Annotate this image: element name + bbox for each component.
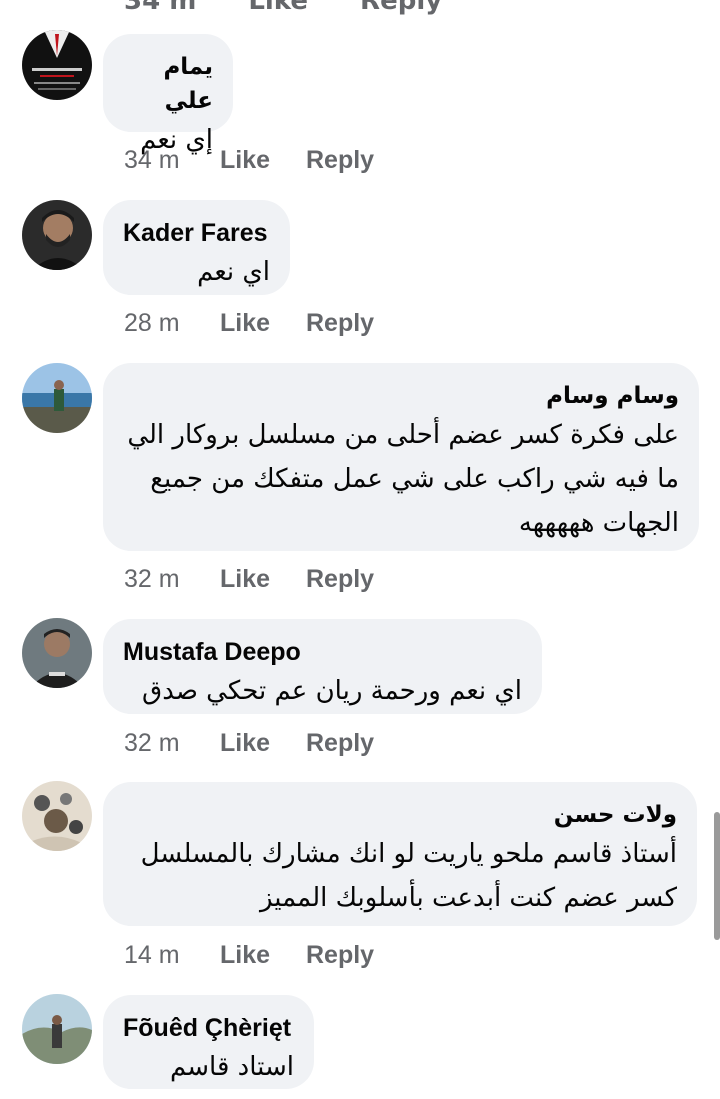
- comment-bubble: Fõuêd Çhèrięt استاد قاسم: [103, 995, 314, 1089]
- comment-author[interactable]: وسام وسام: [123, 379, 679, 413]
- reply-button[interactable]: Reply: [306, 309, 374, 338]
- comment-time: 34 m: [124, 146, 180, 174]
- avatar[interactable]: [22, 200, 92, 270]
- comment-text: اي نعم ورحمة ريان عم تحكي صدق: [142, 676, 522, 706]
- comment-text-line: أستاذ قاسم ملحو ياريت لو انك مشارك بالمس…: [140, 839, 677, 869]
- like-button[interactable]: Like: [220, 729, 306, 758]
- avatar[interactable]: [22, 781, 92, 851]
- comment-bubble: Mustafa Deepo اي نعم ورحمة ريان عم تحكي …: [103, 619, 542, 714]
- comment-text: استاد قاسم: [169, 1052, 294, 1082]
- comment-actions: 28 m Like Reply: [124, 309, 374, 338]
- comment-text-line: الجهات هههههه: [518, 508, 679, 538]
- comment-bubble: يمام علي إي نعم: [103, 34, 233, 155]
- avatar[interactable]: [22, 363, 92, 433]
- comment-time: 14 m: [124, 941, 180, 969]
- comment-time: 32 m: [124, 565, 180, 593]
- comment-text: اي نعم: [197, 257, 270, 287]
- comment-actions: 14 m Like Reply: [124, 941, 374, 970]
- like-button[interactable]: Like: [220, 146, 306, 175]
- reply-button[interactable]: Reply: [306, 941, 374, 970]
- reply-button[interactable]: Reply: [306, 729, 374, 758]
- like-button[interactable]: Like: [220, 941, 306, 970]
- comment-author[interactable]: Fõuêd Çhèrięt: [123, 1011, 294, 1045]
- avatar[interactable]: [22, 994, 92, 1064]
- avatar[interactable]: [22, 618, 92, 688]
- reply-button[interactable]: Reply: [306, 565, 374, 594]
- comment-time: 34 m: [124, 0, 197, 16]
- avatar[interactable]: [22, 30, 92, 100]
- comment-bubble: Kader Fares اي نعم: [103, 200, 290, 295]
- comment-time: 28 m: [124, 309, 180, 337]
- comment-author[interactable]: Mustafa Deepo: [123, 635, 522, 669]
- like-button[interactable]: Like: [220, 565, 306, 594]
- comment-text-line: كسر عضم كنت أبدعت بأسلوبك المميز: [259, 883, 677, 913]
- comment-actions: 34 m Like Reply: [124, 146, 374, 175]
- comment-time: 32 m: [124, 729, 180, 757]
- comment-actions: 32 m Like Reply: [124, 729, 374, 758]
- comment-author[interactable]: ولات حسن: [123, 798, 677, 832]
- like-button[interactable]: Like: [248, 0, 308, 16]
- comment-actions: 32 m Like Reply: [124, 565, 374, 594]
- previous-comment-actions: 34 m Like Reply: [124, 0, 442, 16]
- comment-text-line: ما فيه شي راكب على شي عمل متفكك من جميع: [150, 464, 679, 494]
- scrollbar[interactable]: [714, 812, 720, 940]
- comment-bubble: وسام وسام على فكرة كسر عضم أحلى من مسلسل…: [103, 363, 699, 551]
- comment-bubble: ولات حسن أستاذ قاسم ملحو ياريت لو انك مش…: [103, 782, 697, 926]
- comment-author[interactable]: Kader Fares: [123, 216, 270, 250]
- comment-author[interactable]: يمام علي: [123, 50, 213, 118]
- reply-button[interactable]: Reply: [306, 146, 374, 175]
- comment-text-line: على فكرة كسر عضم أحلى من مسلسل بروكار ال…: [127, 420, 679, 450]
- like-button[interactable]: Like: [220, 309, 306, 338]
- reply-button[interactable]: Reply: [360, 0, 442, 16]
